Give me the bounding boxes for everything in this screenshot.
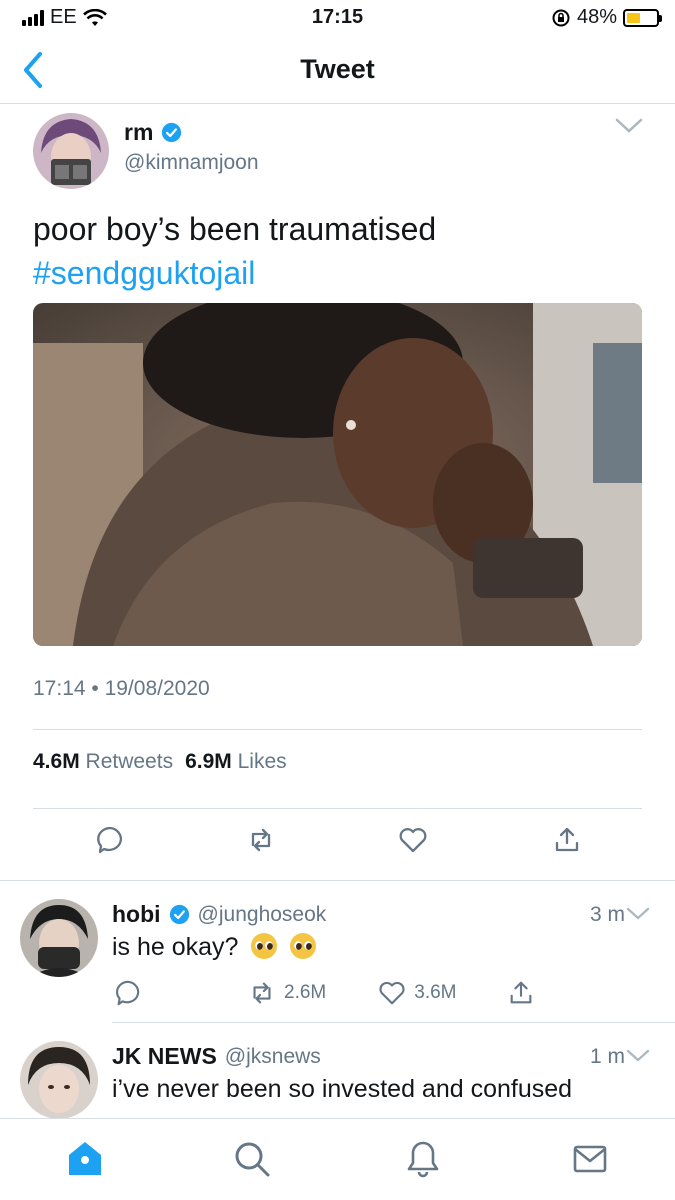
likes-count: 6.9M [185,750,232,773]
author-name[interactable]: rm [124,119,153,146]
retweets-label: Retweets [85,750,174,773]
hashtag-link[interactable]: #sendgguktojail [33,251,643,295]
share-icon[interactable] [507,979,535,1007]
reply-author-name[interactable]: JK NEWS [112,1043,217,1070]
divider [33,729,642,730]
tweet-image[interactable] [33,303,642,646]
reply-text: is he okay? [112,933,317,962]
mail-icon[interactable] [570,1139,610,1179]
reply-like-count: 3.6M [414,982,457,1003]
reply-time: 1 m [589,1045,625,1068]
rotation-lock-icon [552,9,570,26]
verified-badge-icon [162,122,182,143]
reply-author-name[interactable]: hobi [112,901,161,928]
reply-tweet[interactable]: hobi @junghoseok 3 m is he okay? 2.6M 3.… [0,881,675,1021]
heart-icon [379,981,405,1005]
reply-icon[interactable] [114,979,142,1007]
status-bar: EE 17:15 48% [0,0,675,38]
search-icon[interactable] [232,1139,272,1179]
reply-retweet-count: 2.6M [284,982,327,1003]
reply-like-action[interactable]: 3.6M [378,979,457,1007]
bell-icon[interactable] [403,1139,443,1179]
reply-text: i’ve never been so invested and confused [112,1075,573,1103]
page-title: Tweet [300,54,375,84]
likes-label: Likes [237,750,287,773]
heart-icon[interactable] [398,825,428,855]
reply-actions: 2.6M 3.6M [112,979,535,1007]
navigation-bar: Tweet [0,38,675,104]
tweet-actions [0,825,675,869]
reply-author-handle[interactable]: @jksnews [225,1045,321,1069]
battery-area: 48% [551,6,662,29]
reply-author-handle[interactable]: @junghoseok [198,903,327,927]
share-icon[interactable] [552,825,582,855]
retweet-icon[interactable] [246,825,276,855]
tab-bar [0,1118,675,1200]
retweets-count: 4.6M [33,750,80,773]
tweet-timestamp: 17:14 • 19/08/2020 [33,677,210,700]
tweet-body: poor boy’s been traumatised [33,211,437,247]
reply-time: 3 m [589,903,625,926]
likes-stat[interactable]: 6.9M Likes [185,750,287,774]
home-icon[interactable] [65,1139,105,1179]
retweet-icon [253,982,271,1004]
battery-percent: 48% [576,6,617,28]
reply-body: is he okay? [112,933,239,961]
reply-tweet[interactable]: JK NEWS @jksnews 1 m i’ve never been so … [0,1023,675,1118]
reply-retweet-action[interactable]: 2.6M [248,979,326,1007]
chevron-down-icon[interactable] [626,907,650,921]
retweets-stat[interactable]: 4.6M Retweets [33,750,173,774]
avatar[interactable] [20,899,98,977]
divider [33,808,642,809]
verified-badge-icon [169,904,189,925]
reply-icon[interactable] [95,825,125,855]
author-handle[interactable]: @kimnamjoon [124,151,259,175]
tweet-text: poor boy’s been traumatised #sendgguktoj… [33,207,643,295]
chevron-down-icon[interactable] [626,1049,650,1063]
pleading-face-icon [251,933,278,959]
pleading-face-icon [290,933,317,959]
tweet-stats: 4.6M Retweets 6.9M Likes [33,750,287,774]
avatar[interactable] [20,1041,98,1118]
chevron-down-icon[interactable] [614,117,644,135]
avatar[interactable] [33,113,109,189]
battery-icon [623,8,662,27]
